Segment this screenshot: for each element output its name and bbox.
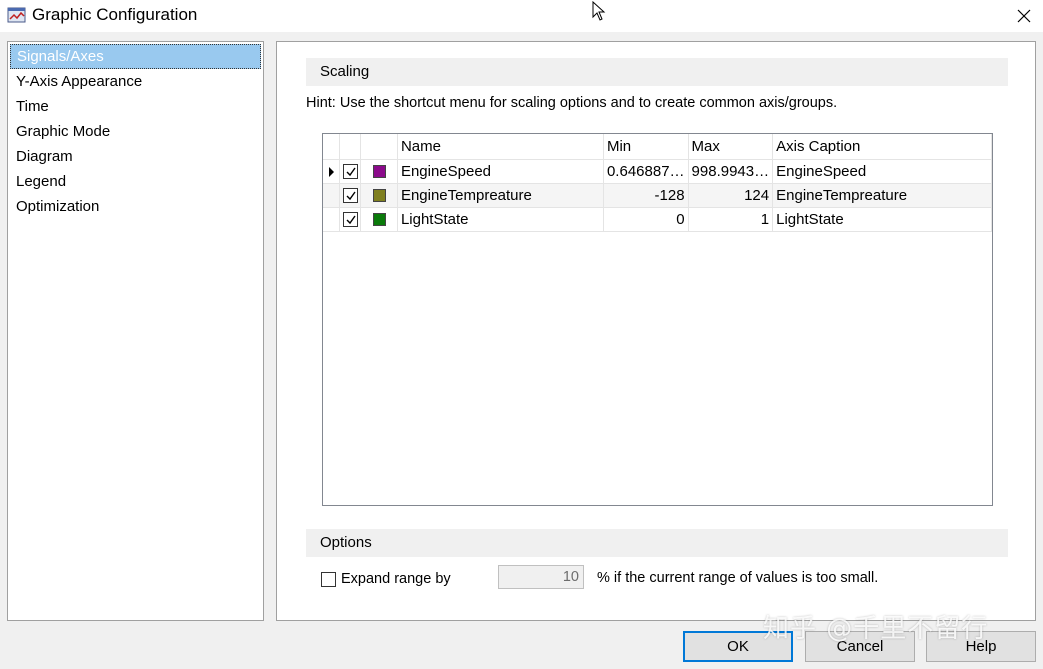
nav-item-optimization[interactable]: Optimization [10,194,261,219]
column-header-max[interactable]: Max [688,134,774,160]
signal-color-swatch[interactable] [372,213,386,227]
nav-item-y-axis-appearance[interactable]: Y-Axis Appearance [10,69,261,94]
signal-axis-caption[interactable]: EngineSpeed [772,159,992,184]
check-icon [346,215,356,225]
close-button[interactable] [1005,2,1043,30]
table-row[interactable]: EngineSpeed 0.646887… 998.9943… EngineSp… [323,159,992,184]
expand-range-suffix: % if the current range of values is too … [597,570,879,586]
expand-range-checkbox[interactable] [321,571,336,587]
column-header-name[interactable]: Name [397,134,604,160]
options-header: Options [306,529,1008,557]
signal-max[interactable]: 998.9943… [688,159,774,184]
watermark: 知乎 @千里不留行 [763,614,989,644]
check-icon [346,191,356,201]
column-header-axis-caption[interactable]: Axis Caption [772,134,992,160]
signal-visible-checkbox[interactable] [342,164,358,180]
signal-visible-checkbox[interactable] [342,212,358,228]
scaling-header: Scaling [306,58,1008,86]
expand-range-input[interactable]: 10 [498,565,584,589]
signal-max[interactable]: 1 [688,207,774,232]
signal-axis-caption[interactable]: LightState [772,207,992,232]
signal-name[interactable]: EngineTempreature [397,183,604,208]
current-row-indicator-icon [328,166,334,177]
signal-max[interactable]: 124 [688,183,774,208]
expand-range-option[interactable]: Expand range by [321,568,451,590]
settings-panel: Scaling Hint: Use the shortcut menu for … [276,41,1036,621]
signal-min[interactable]: -128 [603,183,689,208]
signal-color-swatch[interactable] [372,165,386,179]
table-row[interactable]: EngineTempreature -128 124 EngineTemprea… [323,183,992,208]
signal-axis-caption[interactable]: EngineTempreature [772,183,992,208]
signal-name[interactable]: EngineSpeed [397,159,604,184]
signal-visible-checkbox[interactable] [342,188,358,204]
table-row[interactable]: LightState 0 1 LightState [323,207,992,232]
expand-range-label: Expand range by [341,571,451,587]
signal-min[interactable]: 0 [603,207,689,232]
nav-item-diagram[interactable]: Diagram [10,144,261,169]
mouse-cursor-icon [592,0,606,25]
grid-header-row: Name Min Max Axis Caption [323,134,992,160]
signal-min[interactable]: 0.646887… [603,159,689,184]
nav-item-legend[interactable]: Legend [10,169,261,194]
scaling-hint: Hint: Use the shortcut menu for scaling … [306,95,838,111]
category-list[interactable]: Signals/Axes Y-Axis Appearance Time Grap… [7,41,264,621]
column-header-min[interactable]: Min [603,134,689,160]
nav-item-graphic-mode[interactable]: Graphic Mode [10,119,261,144]
signal-name[interactable]: LightState [397,207,604,232]
signals-grid[interactable]: Name Min Max Axis Caption EngineSpeed 0.… [322,133,993,506]
check-icon [346,167,356,177]
window-title: Graphic Configuration [32,5,198,24]
signal-color-swatch[interactable] [372,189,386,203]
nav-item-signals-axes[interactable]: Signals/Axes [10,44,261,69]
title-bar: Graphic Configuration [0,0,1043,32]
graphic-window-icon [7,6,27,24]
close-icon [1017,9,1031,23]
nav-item-time[interactable]: Time [10,94,261,119]
